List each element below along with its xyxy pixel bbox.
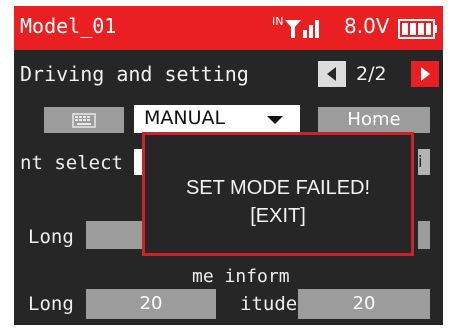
chevron-down-icon <box>267 116 283 124</box>
right-edge-field[interactable]: i <box>418 149 430 175</box>
page-indicator: 2/2 <box>356 63 387 85</box>
home-button[interactable]: Home <box>318 107 430 133</box>
arrow-left-icon <box>327 67 336 81</box>
signal-prefix: IN <box>272 15 283 28</box>
select-label: nt select <box>20 152 123 174</box>
next-page-button[interactable] <box>411 61 439 87</box>
mode-select[interactable]: MANUAL <box>134 105 300 133</box>
prev-page-button[interactable] <box>318 61 346 87</box>
model-name: Model_01 <box>20 14 117 38</box>
keyboard-button[interactable] <box>44 107 124 133</box>
longitude-label: Long <box>28 226 74 248</box>
signal-bars-icon: IN <box>272 15 319 38</box>
longitude-label-2: Long <box>28 293 74 315</box>
voltage-readout: 8.0V <box>344 14 390 38</box>
page-title: Driving and setting <box>20 62 249 86</box>
mode-select-value: MANUAL <box>144 107 226 129</box>
right-edge-field-2[interactable] <box>418 221 430 249</box>
error-message: SET MODE FAILED! <box>185 177 371 199</box>
error-dialog[interactable]: SET MODE FAILED! [EXIT] <box>142 132 414 256</box>
device-screen: Model_01 IN 8.0V Driving and setting 2/2 <box>14 6 443 325</box>
keyboard-icon <box>72 113 96 128</box>
latitude-value-field[interactable]: 20 <box>298 289 430 319</box>
info-text: me inform <box>192 266 290 287</box>
longitude-field[interactable] <box>86 221 146 249</box>
arrow-right-icon <box>421 67 430 81</box>
latitude-label: itude <box>240 293 298 315</box>
longitude-value-field[interactable]: 20 <box>86 289 216 319</box>
status-bar: Model_01 IN 8.0V <box>14 6 443 50</box>
exit-button[interactable]: [EXIT] <box>145 205 411 228</box>
battery-icon <box>398 19 437 39</box>
